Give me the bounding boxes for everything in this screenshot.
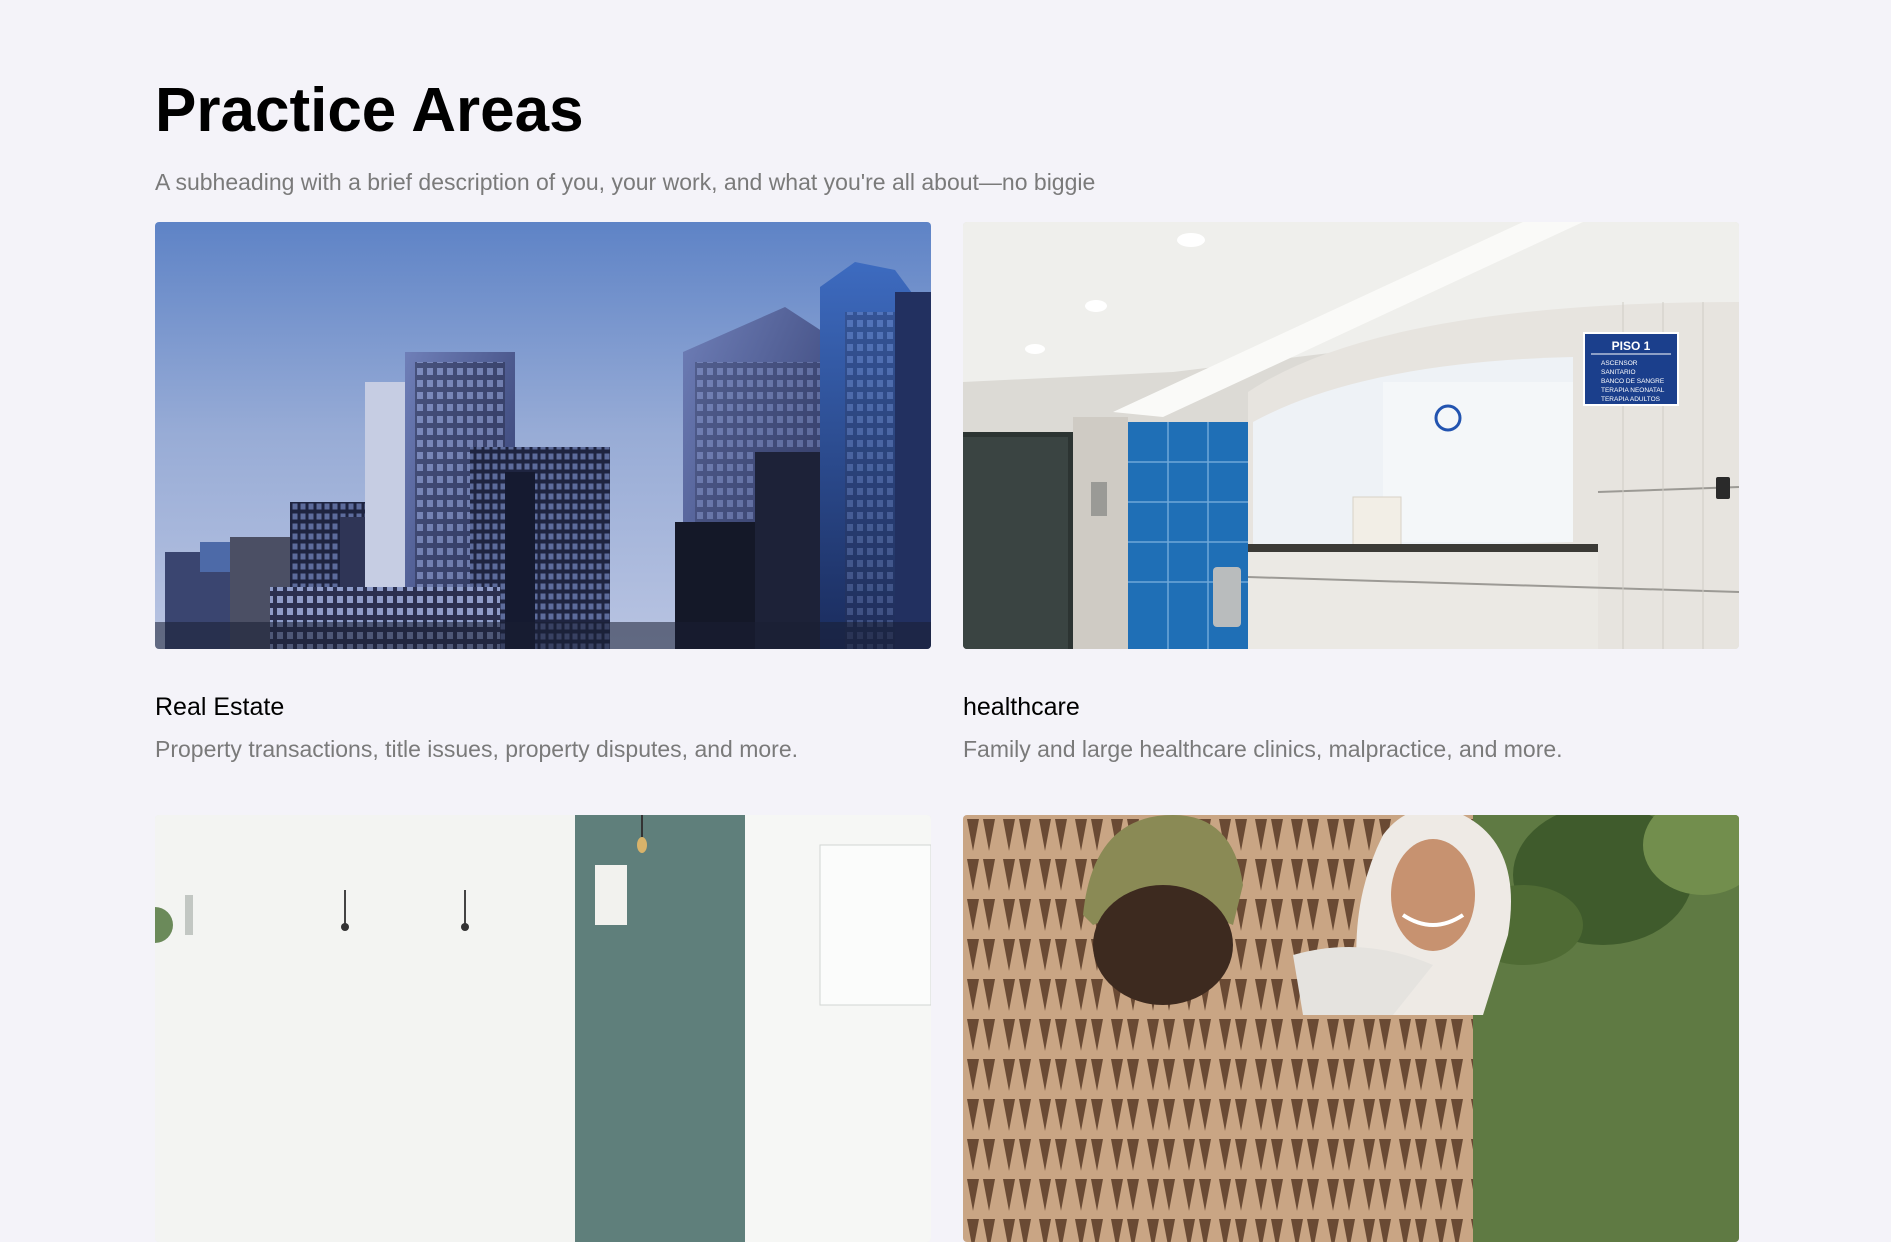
office-interior-image	[155, 815, 931, 1242]
practice-card-real-estate[interactable]: Real Estate Property transactions, title…	[155, 222, 931, 762]
sign-item: TERAPIA NEONATAL	[1601, 387, 1665, 394]
page-subtitle: A subheading with a brief description of…	[155, 169, 1096, 195]
sign-item: BANCO DE SANGRE	[1601, 378, 1665, 385]
card-description: Property transactions, title issues, pro…	[155, 736, 799, 762]
hospital-reception-image: PISO 1 ASCENSOR SANITARIO BANCO DE SANGR…	[963, 222, 1739, 649]
card-title: Real Estate	[155, 693, 285, 721]
city-skyline-image	[155, 222, 931, 649]
practice-card-office[interactable]	[155, 815, 931, 1242]
page-title: Practice Areas	[155, 76, 584, 145]
card-title: healthcare	[963, 693, 1080, 721]
two-women-talking-image	[963, 815, 1739, 1242]
card-description: Family and large healthcare clinics, mal…	[963, 736, 1563, 762]
sign-item: TERAPIA ADULTOS	[1601, 396, 1661, 403]
practice-card-healthcare[interactable]: PISO 1 ASCENSOR SANITARIO BANCO DE SANGR…	[963, 222, 1739, 762]
practice-card-people[interactable]	[963, 815, 1739, 1242]
sign-heading: PISO 1	[1612, 339, 1651, 353]
sign-item: SANITARIO	[1601, 369, 1636, 376]
sign-item: ASCENSOR	[1601, 360, 1638, 367]
